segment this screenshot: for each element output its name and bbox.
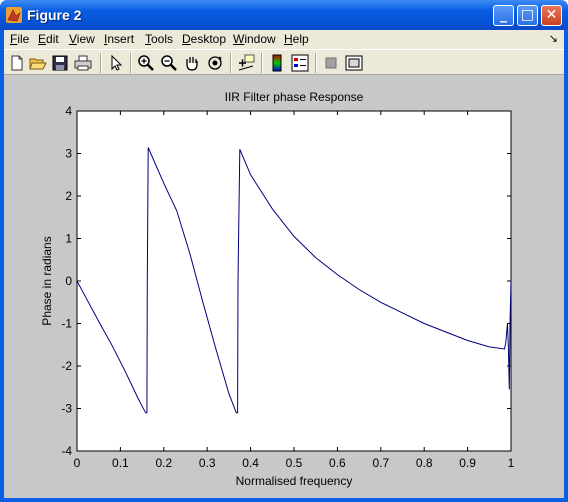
y-tick-label: -4 [61, 444, 72, 458]
menu-insert[interactable]: Insert [104, 32, 134, 46]
y-tick-label: -1 [61, 317, 72, 331]
y-axis-label: Phase in radians [40, 236, 54, 325]
x-tick-label: 0.1 [112, 456, 129, 470]
data-cursor-icon[interactable] [237, 54, 255, 72]
save-icon[interactable] [51, 54, 69, 72]
arrow-select-icon[interactable] [107, 54, 125, 72]
x-tick-label: 0.3 [199, 456, 216, 470]
pan-hand-icon[interactable] [183, 54, 201, 72]
toolbar-separator [130, 53, 132, 73]
colorbar-icon[interactable] [268, 54, 286, 72]
x-tick-label: 1 [508, 456, 515, 470]
title-bar[interactable]: Figure 2 _ □ ✕ [0, 0, 568, 30]
y-tick-label: 2 [65, 189, 72, 203]
menu-window[interactable]: Window [233, 32, 276, 46]
menu-desktop[interactable]: Desktop [182, 32, 226, 46]
y-tick-label: -2 [61, 359, 72, 373]
menu-tools[interactable]: Tools [145, 32, 173, 46]
x-tick-label: 0.2 [155, 456, 172, 470]
x-tick-label: 0.6 [329, 456, 346, 470]
open-folder-icon[interactable] [29, 54, 47, 72]
legend-icon[interactable] [291, 54, 309, 72]
show-plot-tools-icon[interactable] [345, 54, 363, 72]
toolbar-separator [315, 53, 317, 73]
x-tick-label: 0.9 [459, 456, 476, 470]
window-title: Figure 2 [27, 7, 82, 23]
toolbar-separator [230, 53, 232, 73]
print-icon[interactable] [74, 54, 92, 72]
menu-file[interactable]: File [10, 32, 29, 46]
figure-toolbar [4, 49, 564, 75]
maximize-button[interactable]: □ [517, 5, 538, 26]
figure-window: Figure 2 _ □ ✕ File Edit View Insert Too… [0, 0, 568, 502]
chart-title: IIR Filter phase Response [225, 90, 364, 104]
dock-arrow-icon[interactable]: ↘ [549, 32, 558, 45]
matlab-logo-icon[interactable] [6, 7, 22, 23]
y-tick-label: -3 [61, 402, 72, 416]
zoom-in-icon[interactable] [137, 54, 155, 72]
figure-canvas: 0 0.1 0.2 0.3 0.4 0.5 0.6 0.7 0.8 0.9 1 4 3 2 1 0 -1 -2 -3… [4, 75, 564, 498]
x-tick-label: 0.7 [372, 456, 389, 470]
y-tick-label: 0 [65, 274, 72, 288]
axes-area[interactable] [76, 110, 512, 452]
menu-edit[interactable]: Edit [38, 32, 59, 46]
plot-svg: 0 0.1 0.2 0.3 0.4 0.5 0.6 0.7 0.8 0.9 1 4 3 2 1 0 -1 -2 -3… [40, 90, 515, 488]
x-tick-label: 0.8 [416, 456, 433, 470]
x-tick-label: 0.5 [286, 456, 303, 470]
rotate-3d-icon[interactable] [206, 54, 224, 72]
new-file-icon[interactable] [8, 54, 26, 72]
y-tick-label: 4 [65, 104, 72, 118]
toolbar-separator [100, 53, 102, 73]
x-tick-label: 0.4 [242, 456, 259, 470]
figure-frame: File Edit View Insert Tools Desktop Wind… [4, 30, 564, 498]
menu-help[interactable]: Help [284, 32, 309, 46]
x-axis-label: Normalised frequency [236, 474, 353, 488]
close-button[interactable]: ✕ [541, 5, 562, 26]
zoom-out-icon[interactable] [160, 54, 178, 72]
hide-plot-tools-icon[interactable] [322, 54, 340, 72]
y-tick-label: 1 [65, 232, 72, 246]
menu-bar: File Edit View Insert Tools Desktop Wind… [4, 30, 564, 49]
menu-view[interactable]: View [69, 32, 95, 46]
y-tick-label: 3 [65, 147, 72, 161]
toolbar-separator [261, 53, 263, 73]
minimize-button[interactable]: _ [493, 5, 514, 26]
x-tick-label: 0 [74, 456, 81, 470]
